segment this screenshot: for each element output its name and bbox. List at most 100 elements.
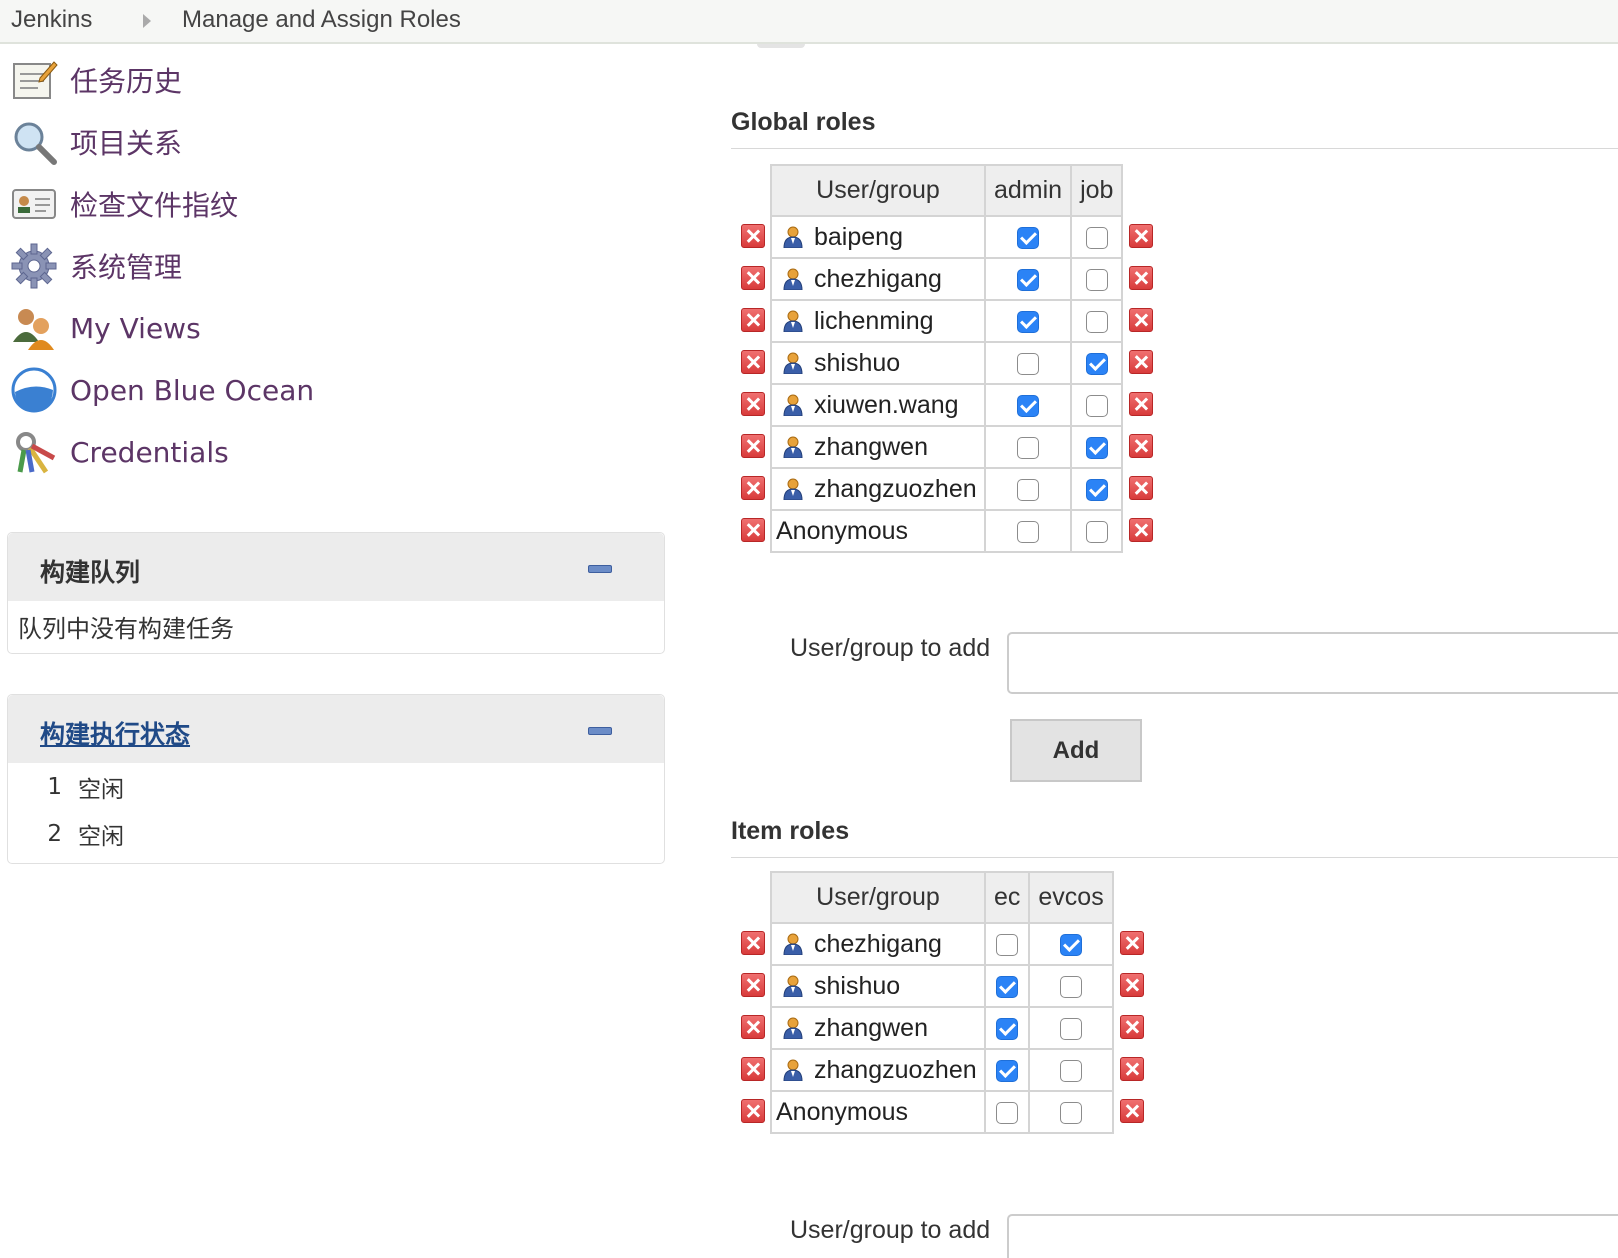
sidebar-item-fingerprint[interactable]: 检查文件指纹	[10, 176, 238, 232]
delete-row-left-icon[interactable]	[741, 350, 765, 374]
delete-row-left-icon[interactable]	[741, 973, 765, 997]
delete-row-left-icon[interactable]	[741, 1015, 765, 1039]
role-cell	[1028, 1006, 1114, 1050]
delete-row-right-icon[interactable]	[1129, 434, 1153, 458]
delete-row-left-icon[interactable]	[741, 1099, 765, 1123]
delete-row-right-icon[interactable]	[1120, 1099, 1144, 1123]
role-checkbox-evcos[interactable]	[1060, 1017, 1083, 1040]
role-checkbox-evcos[interactable]	[1060, 933, 1083, 956]
role-checkbox-evcos[interactable]	[1060, 1059, 1083, 1082]
delete-row-left-icon[interactable]	[741, 931, 765, 955]
sidebar-item-my-views[interactable]: My Views	[10, 300, 201, 356]
build-queue-pane: 构建队列 队列中没有构建任务	[7, 532, 665, 654]
table-row: zhangwen	[770, 425, 1124, 469]
role-cell	[983, 383, 1073, 427]
sidebar-item-credentials[interactable]: Credentials	[10, 424, 229, 480]
role-cell	[983, 964, 1031, 1008]
role-checkbox-ec[interactable]	[996, 1101, 1019, 1124]
sidebar-item-build-history[interactable]: 任务历史	[10, 52, 182, 108]
user-name: shishuo	[814, 348, 901, 377]
delete-row-left-icon[interactable]	[741, 476, 765, 500]
user-group-cell: Anonymous	[770, 1090, 986, 1134]
add-user-button[interactable]: Add	[1010, 719, 1142, 782]
role-checkbox-job[interactable]	[1085, 268, 1108, 291]
role-checkbox-job[interactable]	[1085, 310, 1108, 333]
sidebar-item-blue-ocean[interactable]: Open Blue Ocean	[10, 362, 314, 418]
role-checkbox-evcos[interactable]	[1060, 975, 1083, 998]
role-checkbox-ec[interactable]	[996, 933, 1019, 956]
role-cell	[983, 467, 1073, 511]
delete-row-left-icon[interactable]	[741, 434, 765, 458]
column-header-role: evcos	[1028, 871, 1114, 924]
role-checkbox-evcos[interactable]	[1060, 1101, 1083, 1124]
role-checkbox-admin[interactable]	[1017, 436, 1040, 459]
delete-row-right-icon[interactable]	[1129, 308, 1153, 332]
delete-row-right-icon[interactable]	[1120, 973, 1144, 997]
role-cell	[1070, 341, 1124, 385]
sidebar-item-label: Credentials	[70, 435, 229, 469]
role-checkbox-job[interactable]	[1085, 436, 1108, 459]
id-card-icon	[10, 180, 58, 228]
delete-row-right-icon[interactable]	[1129, 350, 1153, 374]
delete-row-left-icon[interactable]	[741, 518, 765, 542]
delete-row-right-icon[interactable]	[1120, 1015, 1144, 1039]
delete-row-left-icon[interactable]	[741, 392, 765, 416]
collapse-build-queue-button[interactable]	[588, 565, 612, 573]
delete-row-right-icon[interactable]	[1129, 476, 1153, 500]
sidebar-item-label: Open Blue Ocean	[70, 373, 315, 407]
delete-row-right-icon[interactable]	[1129, 266, 1153, 290]
gear-icon	[10, 242, 58, 290]
role-checkbox-job[interactable]	[1085, 352, 1108, 375]
global-add-user-input[interactable]	[1007, 632, 1618, 694]
user-group-cell: baipeng	[770, 215, 986, 259]
role-checkbox-admin[interactable]	[1017, 226, 1040, 249]
sidebar-item-project-relationship[interactable]: 项目关系	[10, 114, 182, 170]
delete-row-right-icon[interactable]	[1120, 931, 1144, 955]
role-checkbox-job[interactable]	[1085, 478, 1108, 501]
sidebar-item-manage[interactable]: 系统管理	[10, 238, 182, 294]
role-checkbox-admin[interactable]	[1017, 478, 1040, 501]
user-name: xiuwen.wang	[814, 390, 959, 419]
item-add-user-input[interactable]	[1007, 1214, 1618, 1258]
role-checkbox-job[interactable]	[1085, 520, 1108, 543]
delete-row-right-icon[interactable]	[1120, 1057, 1144, 1081]
delete-row-right-icon[interactable]	[1129, 392, 1153, 416]
role-checkbox-admin[interactable]	[1017, 310, 1040, 333]
role-checkbox-job[interactable]	[1085, 394, 1108, 417]
role-checkbox-job[interactable]	[1085, 226, 1108, 249]
user-icon	[782, 1017, 804, 1039]
delete-row-left-icon[interactable]	[741, 266, 765, 290]
delete-row-right-icon[interactable]	[1129, 518, 1153, 542]
role-checkbox-ec[interactable]	[996, 975, 1019, 998]
role-checkbox-admin[interactable]	[1017, 394, 1040, 417]
role-checkbox-admin[interactable]	[1017, 268, 1040, 291]
role-cell	[983, 341, 1073, 385]
executors-pane: 构建执行状态 1 空闲 2 空闲	[7, 694, 665, 864]
collapse-executors-button[interactable]	[588, 727, 612, 735]
role-cell	[1070, 299, 1124, 343]
role-checkbox-admin[interactable]	[1017, 520, 1040, 543]
role-cell	[1070, 425, 1124, 469]
executor-status: 空闲	[78, 823, 124, 850]
role-checkbox-admin[interactable]	[1017, 352, 1040, 375]
keys-icon	[10, 428, 58, 476]
delete-row-left-icon[interactable]	[741, 1057, 765, 1081]
item-add-user-label: User/group to add	[790, 1216, 991, 1244]
user-group-cell: lichenming	[770, 299, 986, 343]
role-cell	[983, 922, 1031, 966]
user-icon	[782, 478, 804, 500]
breadcrumb: Jenkins Manage and Assign Roles	[0, 0, 1618, 44]
breadcrumb-current-page[interactable]: Manage and Assign Roles	[182, 6, 461, 34]
breadcrumb-jenkins-link[interactable]: Jenkins	[11, 6, 92, 34]
delete-row-right-icon[interactable]	[1129, 224, 1153, 248]
delete-row-left-icon[interactable]	[741, 308, 765, 332]
executors-title-link[interactable]: 构建执行状态	[40, 715, 190, 751]
table-row: chezhigang	[770, 257, 1124, 301]
delete-row-left-icon[interactable]	[741, 224, 765, 248]
user-group-cell: zhangzuozhen	[770, 467, 986, 511]
role-checkbox-ec[interactable]	[996, 1059, 1019, 1082]
role-cell	[983, 1090, 1031, 1134]
role-checkbox-ec[interactable]	[996, 1017, 1019, 1040]
user-name: chezhigang	[814, 929, 942, 958]
global-roles-title: Global roles	[731, 108, 876, 136]
